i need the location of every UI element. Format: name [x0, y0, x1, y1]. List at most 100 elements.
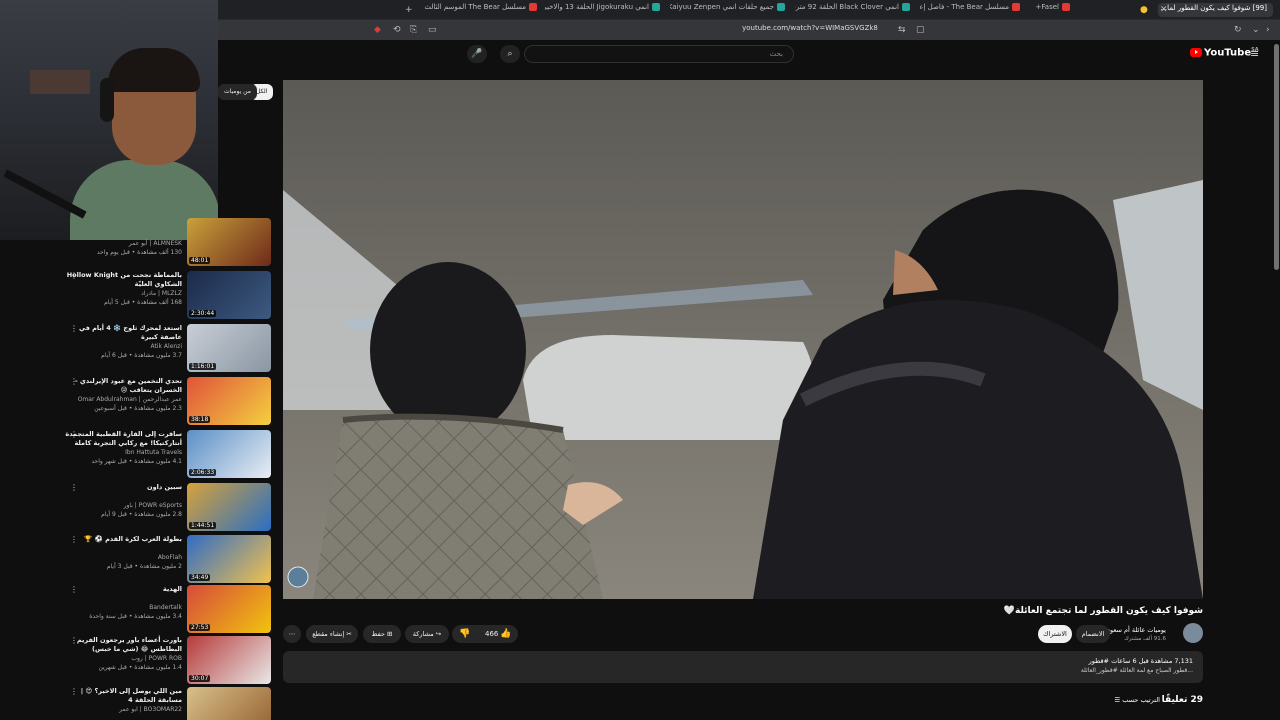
video-thumbnail[interactable]: 1:16:01	[187, 324, 271, 372]
tab-the-bear[interactable]: مسلسل The Bear - فاصل إعلاني	[920, 3, 1020, 17]
video-meta: 3.7 مليون مشاهدة • قبل 6 أيام	[101, 352, 182, 359]
more-actions-button[interactable]: ⋯	[283, 625, 301, 643]
video-title[interactable]: الهدية	[64, 585, 182, 594]
video-title[interactable]: تحدي التخمين مع عبود الإيرلندي - الخسران…	[64, 377, 182, 394]
video-thumbnail[interactable]: 30:07	[187, 636, 271, 684]
list-item[interactable]: 30:07 ⋮ باورت أعضاء باور يرجعون الفريم ا…	[0, 636, 272, 688]
dislike-icon[interactable]: 👎	[459, 628, 470, 640]
sort-comments-button[interactable]: الترتيب حسب ☰	[1100, 696, 1160, 704]
video-meta: 3.4 مليون مشاهدة • قبل سنة واحدة	[89, 613, 182, 620]
video-thumbnail[interactable]: 2:06:33	[187, 430, 271, 478]
list-item[interactable]: 27:53 ⋮ الهدية Bandertalk 3.4 مليون مشاه…	[0, 585, 272, 637]
channel-name[interactable]: POWR ROB | روب	[64, 655, 182, 662]
video-player[interactable]	[283, 80, 1203, 599]
channel-name[interactable]: Atik Alenzi	[64, 343, 182, 350]
streamer-webcam	[0, 0, 218, 240]
video-thumbnail[interactable]	[187, 687, 271, 720]
tab-favicon	[777, 3, 785, 11]
close-tab-icon[interactable]: ✕	[1160, 4, 1168, 16]
video-meta: 130 ألف مشاهدة • قبل يوم واحد	[96, 249, 182, 256]
chevron-down-icon[interactable]: ⌄	[1252, 24, 1260, 36]
search-button[interactable]: ⌕	[500, 45, 520, 63]
tab-black-clover[interactable]: انمي Black Clover الحلقة 92 مترجمة او	[795, 3, 910, 17]
page-scrollbar[interactable]	[1274, 44, 1279, 270]
url-field[interactable]: youtube.com/watch?v=WIMaGSVGZk8	[720, 24, 900, 32]
channel-name[interactable]: Bandertalk	[64, 604, 182, 611]
like-icon[interactable]: 👍	[500, 628, 511, 640]
list-item[interactable]: 2:06:33 ⋮ سافرت إلى القارة القطبية المتج…	[0, 430, 272, 482]
subscribe-button[interactable]: الاشتراك	[1038, 625, 1072, 643]
description-box[interactable]: 7,131 مشاهدة قبل 6 ساعات #قطور ...قطور ا…	[283, 651, 1203, 683]
list-item[interactable]: 38:18 ⋮ تحدي التخمين مع عبود الإيرلندي -…	[0, 377, 272, 429]
bookmark-icon[interactable]: ▢	[916, 24, 925, 36]
duration-badge: 1:16:01	[189, 363, 217, 370]
tab-kaiyuu[interactable]: جميع حلقات انمي Kaiyuu Zenpen	[670, 3, 785, 17]
video-meta: 2 مليون مشاهدة • قبل 3 أيام	[106, 563, 182, 570]
video-thumbnail[interactable]: 48:01	[187, 218, 271, 266]
join-button[interactable]: الانضمام	[1076, 625, 1110, 643]
adblock-icon[interactable]: ◆	[374, 24, 381, 36]
cast-icon[interactable]: ▭	[428, 24, 437, 36]
video-thumbnail[interactable]: 1:44:51	[187, 483, 271, 531]
video-meta: 4.1 مليون مشاهدة • قبل شهر واحد	[91, 458, 182, 465]
tab-the-bear-s3[interactable]: مسلسل The Bear الموسم الثالث الحلقة	[425, 3, 537, 17]
video-title[interactable]: بالمماطة نجحت من Hollow Knight الشكاوي ا…	[64, 271, 182, 288]
video-title[interactable]: سافرت إلى القارة القطبية المتجمدة أنتارك…	[64, 430, 182, 447]
new-tab-icon[interactable]: +	[405, 4, 413, 16]
list-item[interactable]: ⋮ مين اللي يوصل إلى الاخير؟ 😍 | مسابقة ا…	[0, 687, 272, 720]
tab-jigokuraku[interactable]: انمي Jigokuraku الحلقة 13 والاخيرة مت	[545, 3, 660, 17]
clip-button[interactable]: إنشاء مقطع ✂	[306, 625, 358, 643]
channel-name[interactable]: MLZLZ | مادراد	[64, 290, 182, 297]
video-meta: 2.3 مليون مشاهدة • قبل أسبوعين	[94, 405, 182, 412]
video-title[interactable]: باورت أعضاء باور يرجعون الفريم البطاطس 😂…	[64, 636, 182, 653]
reload-icon[interactable]: ↻	[1234, 24, 1242, 36]
video-thumbnail[interactable]: 34:49	[187, 535, 271, 583]
list-item[interactable]: 1:44:51 ⋮ سبين داون POWR eSports | باور …	[0, 483, 272, 535]
channel-name[interactable]: ALMNESK | أبو عمر	[64, 240, 182, 247]
video-title[interactable]: بطولة العرب لكرة القدم ⚽ 🏆	[64, 535, 182, 544]
list-item[interactable]: 34:49 ⋮ بطولة العرب لكرة القدم ⚽ 🏆 AboFl…	[0, 535, 272, 587]
list-item[interactable]: 1:16:01 ⋮ استعد لمحرك ثلوج ❄️ 4 أيام في …	[0, 324, 272, 376]
menu-icon[interactable]: ≡	[1250, 47, 1259, 60]
screenshot-icon[interactable]: ⎘	[410, 24, 417, 36]
search-input[interactable]: بحث	[524, 45, 794, 63]
save-button[interactable]: حفظ ⊞	[363, 625, 401, 643]
view-count-line: 7,131 مشاهدة قبل 6 ساعات #قطور	[1088, 657, 1193, 665]
video-title[interactable]: استعد لمحرك ثلوج ❄️ 4 أيام في عاصفة كبير…	[64, 324, 182, 341]
description-text: ...قطور الصباح مع لمة العائلة #قطور_العا…	[1080, 667, 1193, 674]
video-meta: 2.8 مليون مشاهدة • قبل 9 أيام	[101, 511, 182, 518]
back-icon[interactable]: ⟲	[393, 24, 401, 36]
duration-badge: 27:53	[189, 624, 211, 631]
channel-name[interactable]: عمر عبدالرحمن | Omar Abdulrahman	[64, 396, 182, 403]
extension-icon[interactable]: ●	[1140, 4, 1148, 16]
translate-icon[interactable]: ⇆	[898, 24, 906, 36]
like-count[interactable]: 466	[485, 628, 498, 640]
video-title[interactable]: سبين داون	[64, 483, 182, 492]
video-thumbnail[interactable]: 2:30:44	[187, 271, 271, 319]
channel-name[interactable]: POWR eSports | باور	[64, 502, 182, 509]
channel-avatar[interactable]	[1183, 623, 1203, 643]
video-thumbnail[interactable]: 38:18	[187, 377, 271, 425]
voice-search-icon[interactable]: 🎤	[467, 45, 487, 63]
share-button[interactable]: مشاركة ↪	[405, 625, 449, 643]
channel-name[interactable]: Ibn Hattuta Travels	[64, 449, 182, 456]
chip-from-channel[interactable]: من يوميات	[218, 84, 257, 100]
duration-badge: 1:44:51	[189, 522, 217, 529]
webcam-person-hair	[108, 48, 200, 92]
duration-badge: 2:30:44	[189, 310, 217, 317]
channel-name[interactable]: BO3OMAR22 | ابو عمر	[64, 706, 182, 713]
duration-badge: 34:49	[189, 574, 211, 581]
list-item[interactable]: 48:01 ALMNESK | أبو عمر 130 ألف مشاهدة •…	[0, 218, 272, 270]
video-thumbnail[interactable]: 27:53	[187, 585, 271, 633]
forward-icon[interactable]: ›	[1266, 24, 1270, 36]
duration-badge: 2:06:33	[189, 469, 217, 476]
tab-favicon	[1012, 3, 1020, 11]
channel-name[interactable]: AboFlah	[64, 554, 182, 561]
youtube-logo[interactable]: YouTubeSA	[1190, 47, 1259, 58]
tab-active-video[interactable]: [99] شوفوا كيف يكون القطور لما...	[1158, 3, 1273, 17]
list-item[interactable]: 2:30:44 ⋮ بالمماطة نجحت من Hollow Knight…	[0, 271, 272, 323]
webcam-headset	[100, 78, 114, 122]
tab-fasel[interactable]: Fasel+	[1030, 3, 1070, 17]
tab-favicon	[652, 3, 660, 11]
video-title[interactable]: مين اللي يوصل إلى الاخير؟ 😍 | مسابقة الح…	[64, 687, 182, 704]
